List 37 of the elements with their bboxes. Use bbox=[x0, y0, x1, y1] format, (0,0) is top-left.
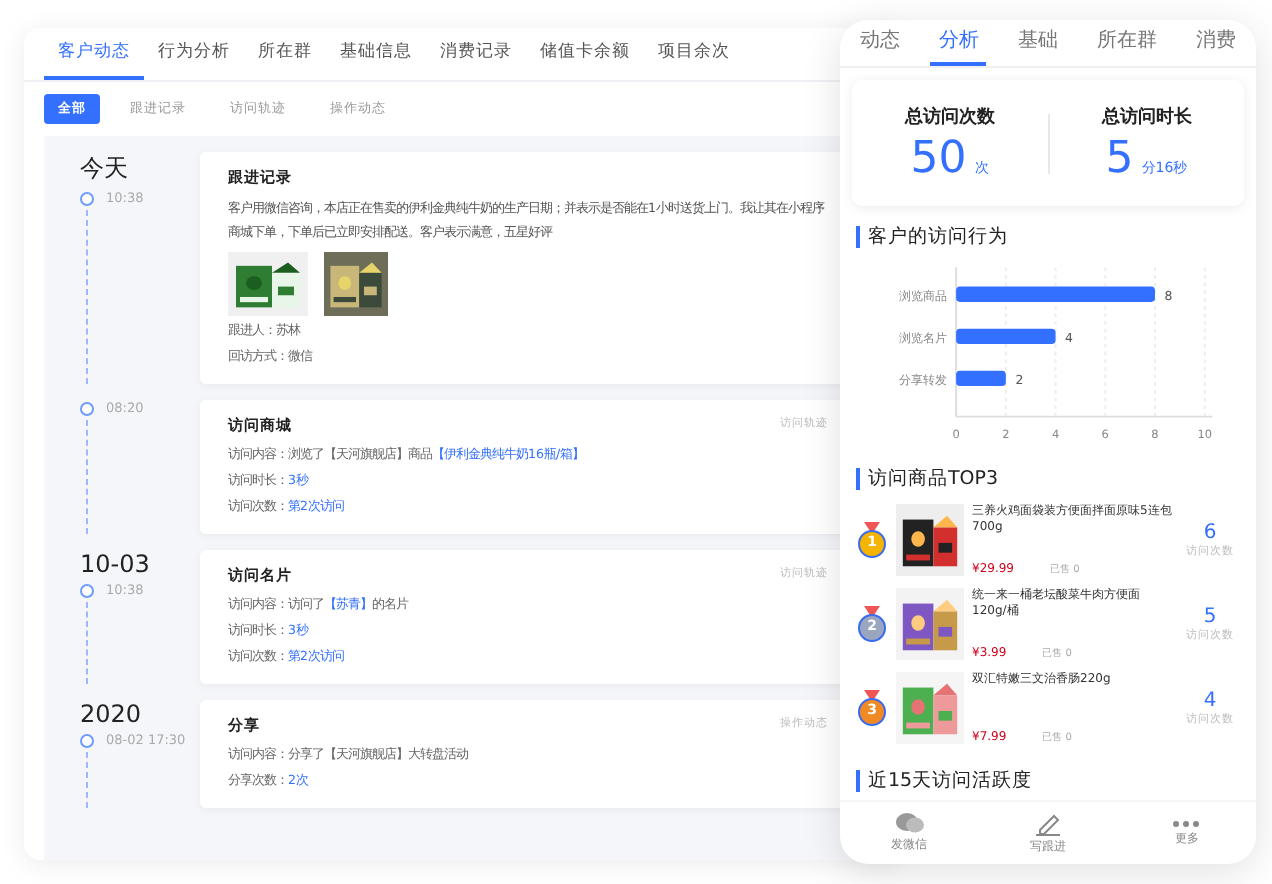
section-title: 近15天访问活跃度 bbox=[856, 770, 1240, 793]
visit-count: 6 bbox=[1203, 521, 1217, 544]
medal-icon bbox=[856, 690, 888, 727]
pen-icon bbox=[1033, 811, 1062, 836]
tab[interactable]: 分析 bbox=[930, 20, 987, 66]
section-title: 客户的访问行为 bbox=[856, 226, 1240, 249]
more-icon bbox=[1172, 819, 1201, 828]
date-heading: 10-03 bbox=[80, 550, 152, 578]
medal-icon bbox=[856, 606, 888, 643]
tab[interactable]: 行为分析 bbox=[144, 28, 244, 80]
tab[interactable]: 所在群 bbox=[244, 28, 326, 80]
stat-label: 总访问时长 bbox=[1101, 104, 1192, 129]
stat-value: 5 bbox=[1105, 133, 1134, 183]
tab[interactable]: 基础信息 bbox=[326, 28, 426, 80]
timeline-dot bbox=[80, 191, 94, 205]
bar bbox=[956, 328, 1056, 345]
tab[interactable]: 消费记录 bbox=[426, 28, 526, 80]
tab[interactable]: 所在群 bbox=[1089, 20, 1166, 66]
visit-count: 4 bbox=[1203, 690, 1217, 713]
date-heading: 今天 bbox=[80, 152, 130, 186]
tab[interactable]: 消费 bbox=[1188, 20, 1245, 66]
tab[interactable]: 动态 bbox=[851, 20, 908, 66]
tab[interactable]: 基础 bbox=[1009, 20, 1066, 66]
tab[interactable]: 储值卡余额 bbox=[526, 28, 644, 80]
visit-count: 5 bbox=[1203, 606, 1217, 629]
stat-label: 总访问次数 bbox=[904, 104, 995, 129]
tab[interactable]: 客户动态 bbox=[44, 28, 144, 80]
medal-icon bbox=[856, 521, 888, 558]
timeline-dot bbox=[80, 583, 94, 597]
stat-value: 50 bbox=[910, 133, 967, 183]
bar bbox=[956, 370, 1006, 387]
timeline-dot bbox=[80, 401, 94, 415]
chat-icon bbox=[895, 812, 924, 835]
section-title: 访问商品TOP3 bbox=[856, 467, 1240, 490]
date-heading: 2020 bbox=[80, 700, 144, 728]
timeline-dot bbox=[80, 733, 94, 747]
tab[interactable]: 项目余次 bbox=[644, 28, 744, 80]
